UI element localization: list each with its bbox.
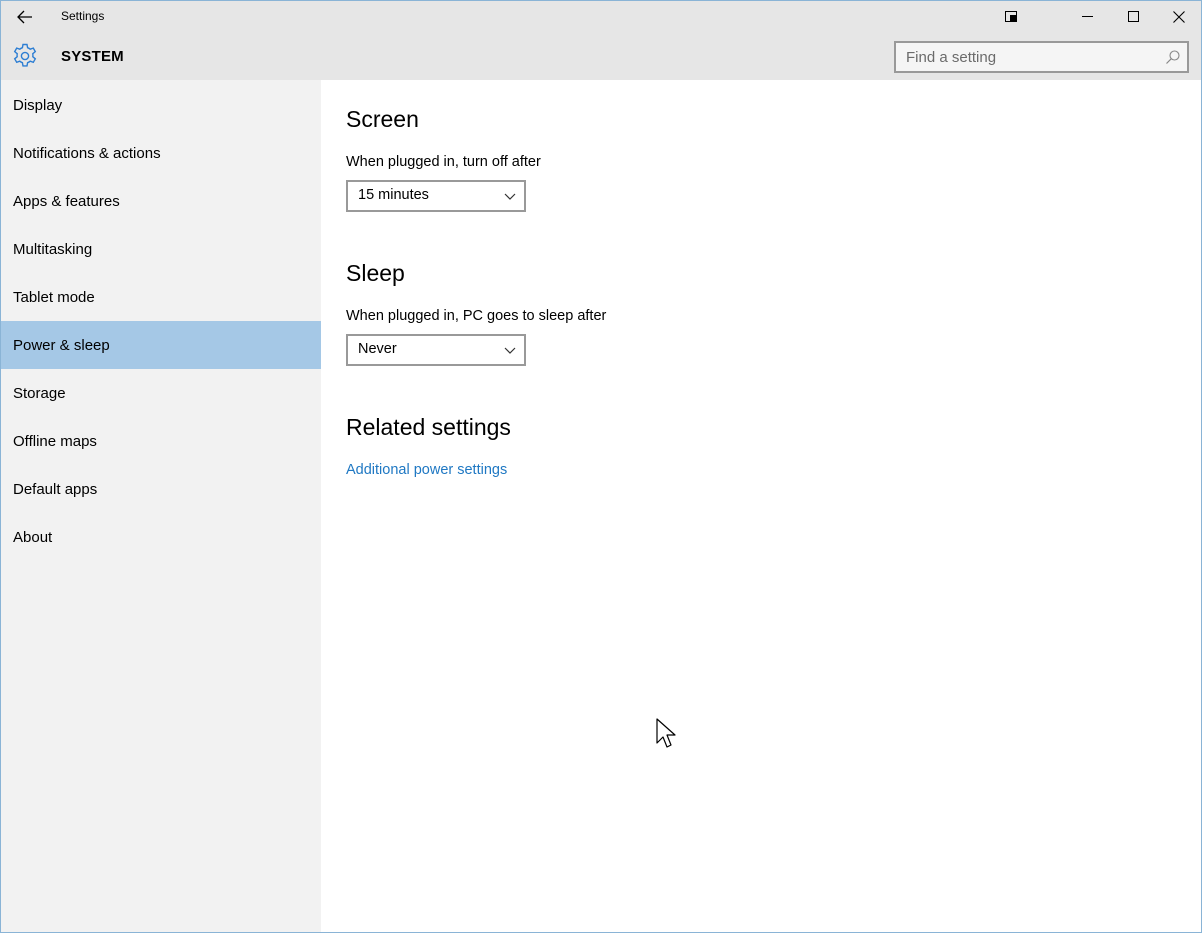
additional-power-settings-link[interactable]: Additional power settings: [346, 462, 507, 478]
maximize-icon: [1127, 11, 1139, 22]
sidebar-item-label: Multitasking: [13, 240, 93, 258]
close-button[interactable]: [1156, 1, 1201, 32]
sidebar-item-storage[interactable]: Storage: [1, 369, 321, 417]
dropdown-value: Never: [358, 341, 397, 357]
sidebar-item-about[interactable]: About: [1, 513, 321, 561]
mouse-cursor-icon: [656, 718, 676, 748]
sidebar-item-default-apps[interactable]: Default apps: [1, 465, 321, 513]
tablet-mode-icon: [1005, 11, 1017, 22]
chevron-down-icon: [504, 347, 516, 354]
window-title: Settings: [61, 9, 105, 23]
title-bar: Settings: [1, 1, 1201, 32]
sidebar-item-multitasking[interactable]: Multitasking: [1, 225, 321, 273]
sidebar-item-power-sleep[interactable]: Power & sleep: [1, 321, 321, 369]
minimize-icon: [1081, 16, 1093, 17]
back-arrow-icon: [17, 10, 32, 23]
sidebar-item-offline-maps[interactable]: Offline maps: [1, 417, 321, 465]
page-section-title: SYSTEM: [61, 48, 124, 65]
sidebar-item-label: Notifications & actions: [13, 144, 161, 162]
sidebar-item-label: Apps & features: [13, 192, 120, 210]
header: SYSTEM: [1, 32, 1201, 80]
settings-window: Settings SYSTEM Find a setting Display N…: [0, 0, 1202, 933]
sleep-timeout-dropdown[interactable]: Never: [346, 334, 526, 366]
minimize-button[interactable]: [1064, 1, 1110, 32]
screen-timeout-label: When plugged in, turn off after: [346, 154, 541, 170]
main-content: Screen When plugged in, turn off after 1…: [321, 80, 1201, 932]
sidebar-item-label: Default apps: [13, 480, 98, 498]
sidebar-item-notifications[interactable]: Notifications & actions: [1, 129, 321, 177]
sidebar-item-label: Tablet mode: [13, 288, 95, 306]
close-icon: [1173, 10, 1185, 23]
sleep-timeout-label: When plugged in, PC goes to sleep after: [346, 308, 607, 324]
back-button[interactable]: [1, 1, 49, 32]
sidebar-item-tablet-mode[interactable]: Tablet mode: [1, 273, 321, 321]
sidebar-item-apps-features[interactable]: Apps & features: [1, 177, 321, 225]
dropdown-value: 15 minutes: [358, 187, 429, 203]
sidebar-item-label: Offline maps: [13, 432, 97, 450]
search-input[interactable]: [896, 43, 1166, 71]
sidebar: Display Notifications & actions Apps & f…: [1, 80, 321, 932]
sidebar-item-label: Power & sleep: [13, 336, 110, 354]
screen-timeout-dropdown[interactable]: 15 minutes: [346, 180, 526, 212]
related-settings-heading: Related settings: [346, 414, 511, 440]
sidebar-item-label: About: [13, 528, 53, 546]
gear-icon: [13, 43, 37, 67]
chevron-down-icon: [504, 193, 516, 200]
search-box[interactable]: [894, 41, 1189, 73]
sidebar-item-display[interactable]: Display: [1, 81, 321, 129]
sleep-heading: Sleep: [346, 260, 405, 286]
screen-heading: Screen: [346, 106, 419, 132]
sidebar-item-label: Display: [13, 96, 63, 114]
sidebar-item-label: Storage: [13, 384, 66, 402]
maximize-button[interactable]: [1110, 1, 1156, 32]
search-icon[interactable]: [1165, 49, 1181, 65]
tablet-mode-button[interactable]: [988, 1, 1034, 32]
